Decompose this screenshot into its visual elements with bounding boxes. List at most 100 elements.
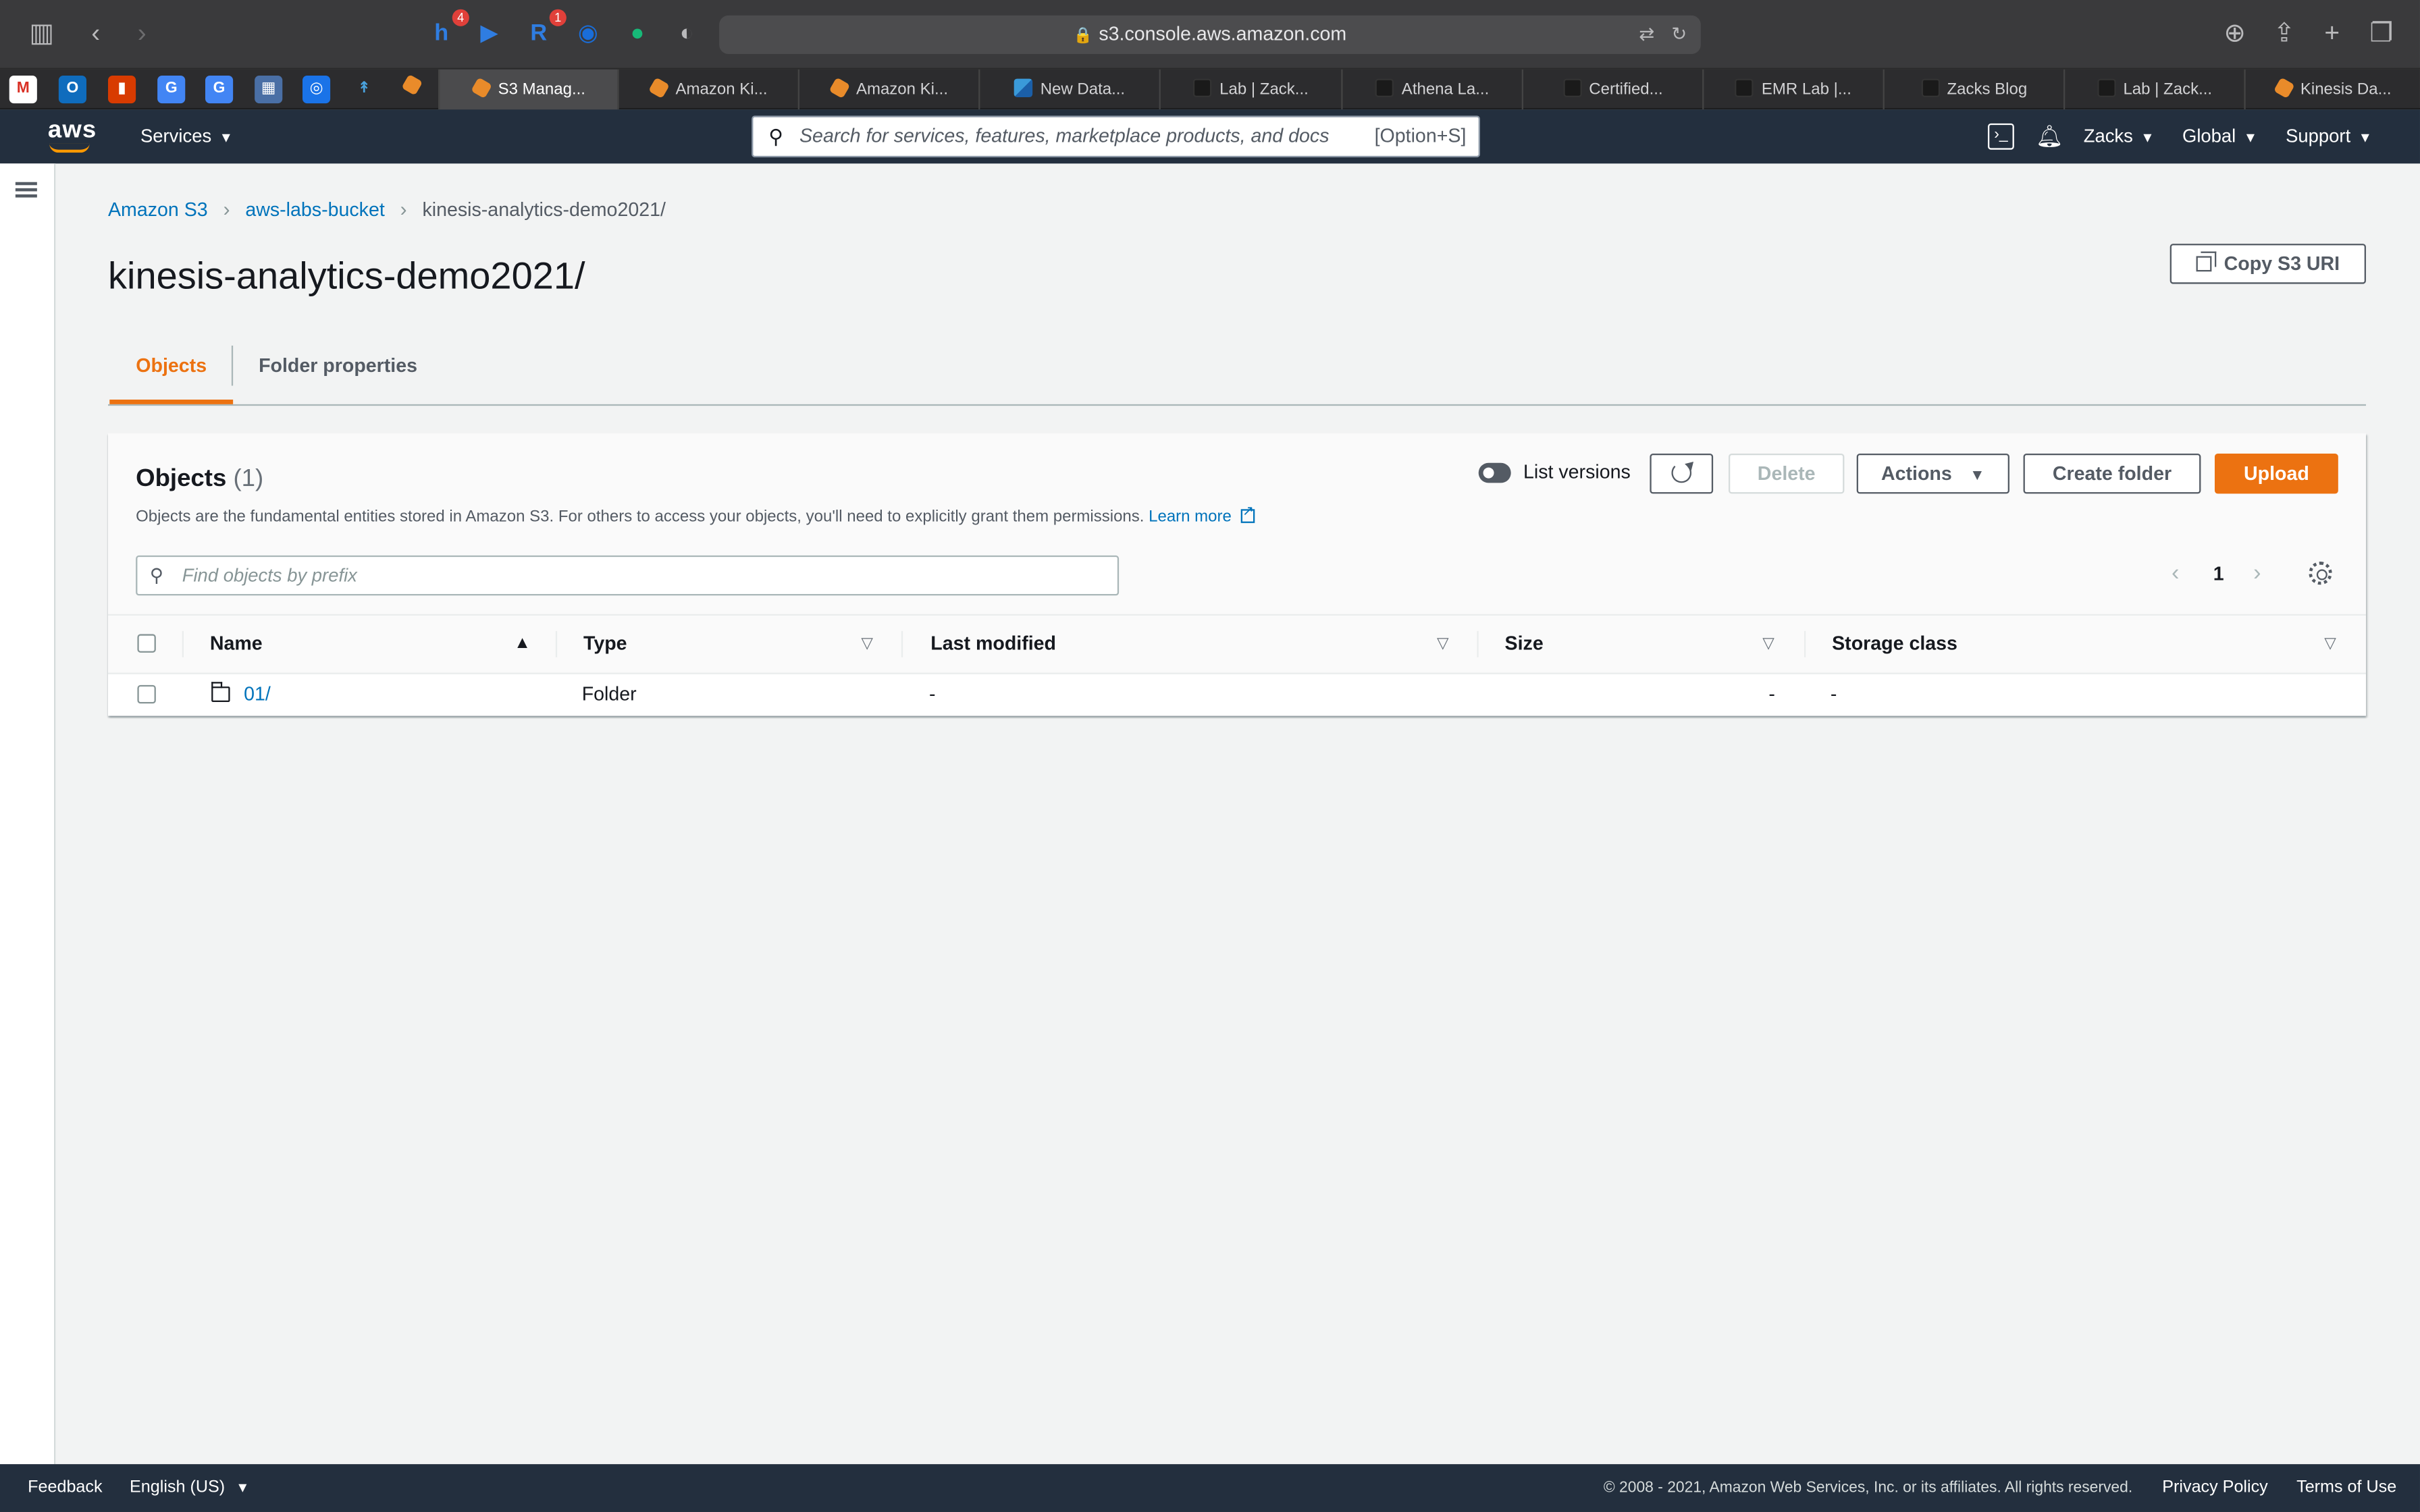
external-link-icon (1240, 503, 1255, 523)
blog-favicon-icon (1375, 78, 1394, 97)
language-selector[interactable]: English (US) ▼ (130, 1464, 250, 1512)
console-footer: Feedback English (US) ▼ © 2008 - 2021, Am… (0, 1464, 2420, 1512)
actions-dropdown[interactable]: Actions ▼ (1856, 453, 2009, 494)
cloudshell-icon[interactable]: ›_ (1987, 123, 2014, 150)
notifications-bell-icon[interactable]: 🔔︎ (2036, 124, 2063, 150)
browser-tab[interactable]: Lab | Zack... (1159, 69, 1342, 110)
browser-tab[interactable]: Amazon Ki... (617, 69, 797, 110)
pinned-tab-office-icon[interactable]: ▮ (107, 75, 136, 104)
caret-down-icon: ▼ (2243, 129, 2258, 145)
sort-icon[interactable]: ▽ (861, 616, 873, 673)
object-last-modified: - (928, 683, 936, 705)
copy-s3-uri-button[interactable]: Copy S3 URI (2169, 244, 2366, 284)
create-folder-button[interactable]: Create folder (2023, 453, 2201, 494)
settings-gear-icon[interactable] (2309, 561, 2332, 585)
tab-folder-properties[interactable]: Folder properties (233, 342, 443, 404)
column-header-size[interactable]: Size (1505, 616, 1544, 673)
hamburger-menu-icon[interactable] (15, 182, 37, 198)
blog-favicon-icon (1920, 78, 1940, 97)
column-header-name[interactable]: Name (210, 616, 263, 673)
new-tab-icon[interactable]: + (2317, 18, 2348, 49)
reload-icon[interactable]: ↻ (1671, 16, 1687, 54)
translate-icon[interactable]: ⇄ (1639, 16, 1654, 54)
feedback-link[interactable]: Feedback (28, 1464, 102, 1512)
find-objects-search[interactable]: ⚲ (136, 555, 1120, 596)
aws-favicon-icon (470, 77, 492, 99)
blog-favicon-icon (1735, 78, 1754, 97)
browser-tab[interactable]: Amazon Ki... (797, 69, 978, 110)
refresh-button[interactable] (1650, 453, 1714, 494)
copyright-text: © 2008 - 2021, Amazon Web Services, Inc.… (1603, 1479, 2133, 1497)
list-versions-toggle[interactable] (1478, 462, 1511, 483)
pinned-tab-arrow-icon[interactable]: ↟ (350, 76, 378, 103)
pinned-tab-gmail-icon[interactable]: M (9, 75, 37, 104)
pinned-tab-outlook-icon[interactable]: O (58, 75, 86, 104)
browser-tab[interactable]: EMR Lab |... (1702, 69, 1883, 110)
readwise-extension-icon[interactable]: R1 (523, 9, 567, 49)
breadcrumb-bucket[interactable]: aws-labs-bucket (245, 199, 384, 221)
browser-tab[interactable]: Lab | Zack... (2063, 69, 2244, 110)
pinned-tab-translate-icon[interactable]: G (157, 75, 186, 104)
row-checkbox[interactable] (137, 684, 156, 704)
aws-favicon-icon (828, 77, 850, 99)
pinned-tab-aws-icon[interactable] (398, 74, 426, 103)
services-search[interactable]: ⚲ Search for services, features, marketp… (752, 115, 1480, 158)
blog-favicon-icon (2097, 78, 2116, 97)
browser-tab[interactable]: Athena La... (1341, 69, 1521, 110)
shield-extension-icon[interactable]: ◐ (671, 18, 702, 49)
back-icon[interactable]: ‹ (80, 18, 111, 49)
next-page-icon[interactable]: › (2253, 560, 2261, 587)
sort-icon[interactable]: ▽ (2324, 616, 2336, 673)
support-menu[interactable]: Support ▼ (2286, 109, 2372, 163)
forward-icon[interactable]: › (126, 18, 157, 49)
pinned-tab-grid-icon[interactable]: ▦ (255, 75, 283, 104)
region-menu[interactable]: Global ▼ (2182, 109, 2257, 163)
current-page-number[interactable]: 1 (2213, 563, 2224, 585)
browser-tab[interactable]: Zacks Blog (1883, 69, 2063, 110)
services-menu[interactable]: Services ▼ (140, 109, 233, 163)
browser-tab[interactable]: Certified... (1521, 69, 1702, 110)
address-bar[interactable]: 🔒 s3.console.aws.amazon.com ⇄ ↻ (719, 15, 1701, 54)
honey-extension-icon[interactable]: h4 (426, 9, 469, 49)
aws-smile-icon (49, 144, 90, 153)
sidebar-toggle-icon[interactable]: ▥ (26, 18, 57, 49)
grammarly-extension-icon[interactable]: ● (622, 18, 653, 49)
downloads-icon[interactable]: ⊕ (2219, 18, 2251, 49)
upload-button[interactable]: Upload (2214, 453, 2338, 494)
column-header-storage-class[interactable]: Storage class (1832, 616, 1957, 673)
browser-tab[interactable]: Kinesis Da... (2244, 69, 2420, 110)
browser-tab[interactable]: S3 Manag... (438, 69, 618, 110)
browser-tab[interactable]: New Data... (978, 69, 1159, 110)
share-icon[interactable]: ⇪ (2269, 18, 2300, 49)
objects-panel: Objects (1) Objects are the fundamental … (107, 433, 2366, 716)
object-name-link[interactable]: 01/ (244, 684, 271, 705)
terms-of-use-link[interactable]: Terms of Use (2296, 1464, 2396, 1512)
pinned-tab-chrome-icon[interactable]: ◎ (302, 75, 331, 104)
object-type: Folder (581, 683, 637, 705)
account-menu[interactable]: Zacks ▼ (2084, 109, 2155, 163)
pinned-tab-translate-icon[interactable]: G (205, 75, 234, 104)
object-storage-class: - (1830, 683, 1837, 705)
tab-overview-icon[interactable]: ❐ (2366, 18, 2397, 49)
caret-down-icon: ▼ (2140, 129, 2155, 145)
column-header-type[interactable]: Type (583, 616, 627, 673)
aws-logo[interactable]: aws (48, 117, 97, 145)
copy-icon (2196, 251, 2217, 272)
media-extension-icon[interactable]: ▶ (474, 18, 505, 49)
select-all-checkbox[interactable] (137, 634, 156, 653)
learn-more-link[interactable]: Learn more (1149, 503, 1255, 526)
caret-down-icon: ▼ (236, 1479, 250, 1495)
sort-ascending-icon[interactable]: ▲ (514, 616, 531, 673)
sort-icon[interactable]: ▽ (1437, 616, 1449, 673)
sort-icon[interactable]: ▽ (1762, 616, 1774, 673)
privacy-policy-link[interactable]: Privacy Policy (2162, 1464, 2267, 1512)
column-divider (555, 630, 558, 657)
find-objects-input[interactable] (182, 561, 1093, 590)
content-tabs: Objects Folder properties (107, 342, 2366, 406)
delete-button[interactable]: Delete (1728, 453, 1845, 494)
column-header-last-modified[interactable]: Last modified (930, 616, 1056, 673)
tab-objects[interactable]: Objects (109, 342, 234, 404)
password-extension-icon[interactable]: ◉ (573, 18, 604, 49)
breadcrumb-amazon-s3[interactable]: Amazon S3 (108, 199, 208, 221)
previous-page-icon[interactable]: ‹ (2172, 560, 2179, 587)
